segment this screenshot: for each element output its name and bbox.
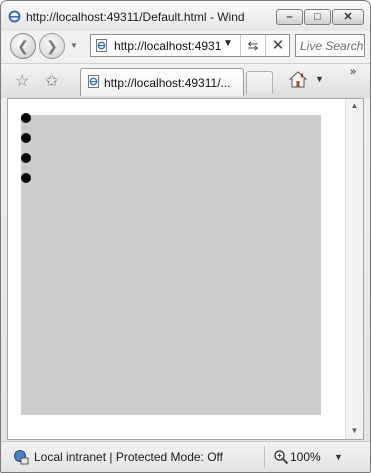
stop-button[interactable]: ✕ (265, 35, 290, 56)
bullet-list (21, 113, 31, 193)
page-content: ▲ ▼ (7, 98, 364, 440)
back-button[interactable]: ❮ (10, 33, 36, 59)
zoom-icon[interactable] (273, 449, 289, 465)
home-icon[interactable] (289, 71, 307, 88)
toolbar-overflow-icon[interactable]: » (350, 66, 356, 78)
list-item (21, 153, 31, 163)
favorites-star-icon[interactable]: ☆ (15, 71, 29, 91)
page-icon (88, 75, 99, 88)
scroll-down-icon[interactable]: ▼ (346, 426, 363, 435)
refresh-button[interactable]: ⇆ (240, 35, 265, 56)
scroll-up-icon[interactable]: ▲ (346, 101, 363, 110)
new-tab-button[interactable] (246, 71, 273, 94)
list-item (21, 173, 31, 183)
maximize-button[interactable]: □ (304, 9, 331, 25)
window-title: http://localhost:49311/Default.html - Wi… (26, 10, 245, 24)
stop-icon: ✕ (271, 37, 285, 54)
page-icon (96, 39, 107, 52)
status-bar: Local intranet | Protected Mode: Off 100… (1, 441, 370, 472)
minimize-button[interactable]: – (276, 9, 303, 25)
gray-box (21, 115, 321, 415)
minimize-icon: – (286, 11, 293, 23)
security-zone-label[interactable]: Local intranet | Protected Mode: Off (34, 450, 223, 464)
close-button[interactable]: ✕ (332, 9, 364, 25)
tab-active[interactable]: http://localhost:49311/... (80, 68, 244, 96)
tab-label: http://localhost:49311/... (104, 76, 231, 90)
home-dropdown-icon[interactable]: ▼ (315, 74, 324, 84)
list-item (21, 133, 31, 143)
address-dropdown-icon[interactable]: ▼ (223, 38, 233, 49)
forward-arrow-icon: ❯ (46, 38, 58, 54)
recent-pages-dropdown-icon[interactable]: ▼ (70, 41, 78, 50)
tab-bar: ☆ ✩ http://localhost:49311/... ▼ » (1, 63, 370, 98)
search-placeholder: Live Search (300, 39, 364, 53)
zoom-dropdown-icon[interactable]: ▼ (334, 452, 343, 462)
maximize-icon: □ (314, 11, 321, 23)
refresh-icon: ⇆ (247, 38, 259, 53)
browser-window: http://localhost:49311/Default.html - Wi… (0, 0, 371, 473)
close-icon: ✕ (343, 11, 353, 23)
vertical-scrollbar[interactable]: ▲ ▼ (345, 99, 363, 439)
address-input[interactable]: http://localhost:4931 (114, 39, 222, 53)
local-intranet-icon (14, 450, 29, 465)
search-input[interactable]: Live Search (295, 34, 365, 57)
address-bar[interactable]: http://localhost:4931 ▼ ⇆ ✕ (90, 34, 290, 57)
list-item (21, 113, 31, 123)
add-favorites-icon[interactable]: ✩ (45, 71, 58, 91)
zoom-level[interactable]: 100% (290, 450, 321, 464)
forward-button[interactable]: ❯ (39, 33, 65, 59)
title-bar: http://localhost:49311/Default.html - Wi… (1, 1, 370, 31)
status-divider (264, 446, 265, 468)
ie-logo-icon (8, 10, 21, 23)
back-arrow-icon: ❮ (17, 38, 29, 54)
